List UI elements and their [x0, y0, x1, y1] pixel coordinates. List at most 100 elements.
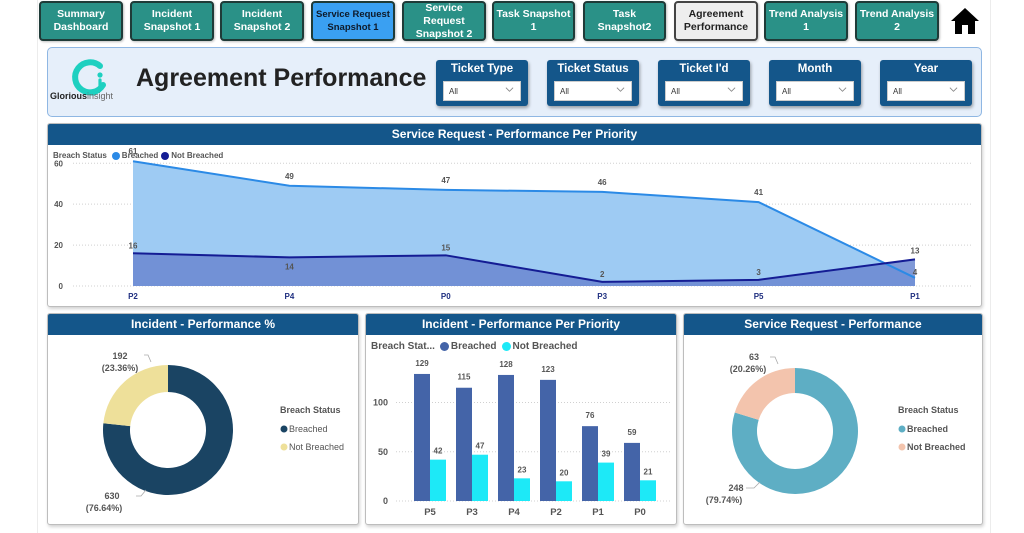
slicer-dropdown[interactable]: All [554, 81, 632, 101]
slice-pct-label: (79.74%) [706, 495, 743, 505]
slicer-dropdown[interactable]: All [776, 81, 854, 101]
data-label-breached: 115 [458, 373, 471, 382]
x-tick-label: P0 [634, 507, 646, 518]
left-margin [0, 0, 38, 533]
nav-button-task-snapshot-1[interactable]: Task Snapshot 1 [492, 1, 575, 41]
nav-label-line: Snapshot 1 [143, 21, 201, 33]
nav-button-label: Task Snapshot 1 [496, 8, 571, 34]
bar-not-breached[interactable] [556, 481, 572, 501]
y-tick-label: 20 [54, 241, 63, 250]
chevron-down-icon [838, 87, 847, 92]
nav-label-line: Task Snapshot 1 [496, 8, 571, 33]
legend-label-not-breached[interactable]: Not Breached [907, 442, 966, 452]
data-label-not-breached: 47 [476, 442, 485, 451]
right-margin [990, 0, 1024, 533]
nav-button-incident-snapshot-1[interactable]: Incident Snapshot 1 [130, 1, 214, 41]
bar-not-breached[interactable] [598, 462, 614, 501]
x-tick-label: P5 [424, 507, 436, 518]
slice-value-label: 630 [104, 491, 119, 501]
leader-line [144, 354, 152, 363]
slicer-label: Ticket Type [450, 63, 514, 75]
data-label-not-breached: 3 [756, 268, 761, 277]
data-label-not-breached: 20 [560, 468, 569, 477]
logo-text: Gloriousinsight [50, 91, 114, 101]
bar-not-breached[interactable] [640, 480, 656, 501]
x-tick-label: P0 [441, 292, 451, 301]
nav-button-agreement-performance[interactable]: Agreement Performance [674, 1, 758, 41]
slicer-dropdown[interactable]: All [665, 81, 743, 101]
nav-button-label: Agreement Performance [684, 8, 748, 34]
nav-button-label: Service Request Snapshot 2 [406, 2, 482, 41]
slicer-dropdown[interactable]: All [443, 81, 521, 101]
bar-breached[interactable] [582, 426, 598, 501]
y-tick-label: 50 [378, 447, 388, 457]
x-tick-label: P2 [550, 507, 562, 518]
slicer-label: Ticket Status [557, 63, 629, 75]
y-tick-label: 60 [54, 159, 63, 168]
donut-slice-not-breached[interactable] [103, 365, 168, 427]
data-label-not-breached: 13 [911, 246, 920, 255]
bar-not-breached[interactable] [514, 478, 530, 501]
legend-label-breached[interactable]: Breached [907, 424, 948, 434]
nav-label-line: Service Request [316, 9, 390, 20]
bar-not-breached[interactable] [430, 459, 446, 501]
data-label-breached: 128 [499, 360, 513, 369]
leader-line [746, 481, 761, 489]
data-label-breached: 61 [129, 147, 138, 156]
nav-label-line: Incident [241, 8, 283, 20]
legend-dot-not-breached [280, 443, 288, 451]
glorious-insight-logo [72, 59, 106, 96]
nav-button-trend-analysis-1[interactable]: Trend Analysis 1 [764, 1, 848, 41]
nav-label-line: Agreement [688, 8, 744, 20]
nav-button-label: Incident Snapshot 1 [144, 8, 201, 34]
bar-breached[interactable] [540, 379, 556, 501]
nav-button-label: Trend Analysis 1 [768, 8, 844, 34]
slicer-value: All [449, 87, 458, 96]
dashboard-page: Summary Dashboard Incident Snapshot 1 Incide… [0, 0, 1024, 533]
x-tick-label: P4 [508, 507, 520, 518]
bar-breached[interactable] [456, 387, 472, 501]
legend-label-not-breached[interactable]: Not Breached [289, 442, 344, 452]
data-label-breached: 41 [754, 188, 763, 197]
nav-button-service-request-snapshot-2[interactable]: Service Request Snapshot 2 [402, 1, 486, 41]
nav-label-line: Incident [151, 8, 193, 20]
nav-button-trend-analysis-2[interactable]: Trend Analysis 2 [855, 1, 939, 41]
bar-chart: 0 50 100 129 42 P5 115 47 P3 128 23 P4 123 20 P2 76 39 P1… [373, 359, 671, 518]
data-label-not-breached: 42 [434, 447, 443, 456]
nav-button-label: Trend Analysis 2 [859, 8, 935, 34]
nav-button-label: Task Snapshot2 [587, 8, 662, 34]
bar-breached[interactable] [498, 374, 514, 501]
slice-pct-label: (20.26%) [730, 364, 767, 374]
panel-title: Incident - Performance % [48, 314, 358, 335]
nav-button-task-snapshot2[interactable]: Task Snapshot2 [583, 1, 666, 41]
data-label-breached: 46 [598, 178, 607, 187]
donut-slice-not-breached[interactable] [734, 368, 795, 420]
home-icon[interactable] [950, 7, 980, 35]
nav-label-line: Snapshot 2 [415, 27, 473, 40]
nav-button-service-request-snapshot-1[interactable]: Service Request Snapshot 1 [311, 1, 395, 41]
bar-not-breached[interactable] [472, 454, 488, 501]
slicer-ticket-status: Ticket Status All [547, 60, 639, 106]
nav-button-label: Incident Snapshot 2 [234, 8, 291, 34]
legend-title: Breach Status [898, 405, 959, 415]
data-label-breached: 47 [441, 176, 450, 185]
incident-performance-panel: Incident - Performance % 192 (23.36%) 630 (… [47, 313, 359, 525]
slicer-value: All [560, 87, 569, 96]
chevron-down-icon [616, 87, 625, 92]
page-header: Gloriousinsight Agreement Performance Ti… [47, 47, 982, 117]
data-label-not-breached: 39 [602, 450, 611, 459]
incident-per-priority-panel: Incident - Performance Per Priority Brea… [365, 313, 677, 525]
donut-chart: 63 (20.26%) 248 (79.74%) Breach Status Breach… [706, 352, 966, 505]
slicer-value: All [782, 87, 791, 96]
bar-breached[interactable] [414, 373, 430, 501]
nav-button-incident-snapshot-2[interactable]: Incident Snapshot 2 [220, 1, 304, 41]
nav-button-summary-dashboard[interactable]: Summary Dashboard [39, 1, 123, 41]
data-label-not-breached: 23 [518, 465, 527, 474]
bar-breached[interactable] [624, 442, 640, 501]
nav-label-line: Trend Analysis 2 [859, 8, 935, 33]
data-label-breached: 4 [913, 268, 918, 277]
slicer-dropdown[interactable]: All [887, 81, 965, 101]
data-label-breached: 59 [628, 428, 637, 437]
data-label-not-breached: 14 [285, 262, 294, 271]
legend-label-breached[interactable]: Breached [289, 424, 328, 434]
